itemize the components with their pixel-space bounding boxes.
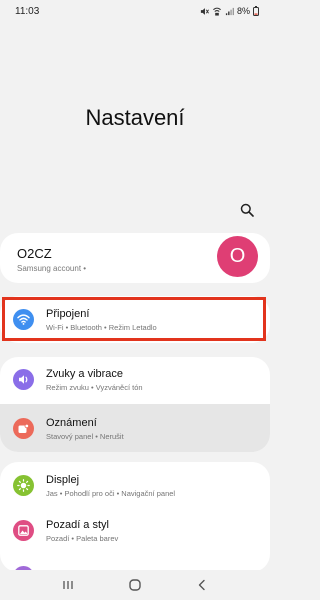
settings-item-display[interactable]: Displej Jas • Pohodlí pro oči • Navigačn…: [0, 462, 270, 508]
settings-item-subtitle: Stavový panel • Nerušit: [46, 432, 124, 441]
battery-icon: [253, 6, 259, 16]
settings-card-sound: Zvuky a vibrace Režim zvuku • Vyzváněcí …: [0, 357, 270, 452]
search-icon: [240, 203, 254, 217]
notification-icon: [13, 418, 34, 439]
back-button[interactable]: [193, 576, 211, 594]
settings-item-subtitle: Wi-Fi • Bluetooth • Režim Letadlo: [46, 323, 157, 332]
home-button[interactable]: [126, 576, 144, 594]
home-icon: [129, 579, 141, 591]
settings-card-connections: Připojení Wi-Fi • Bluetooth • Režim Leta…: [0, 296, 270, 343]
settings-item-sounds[interactable]: Zvuky a vibrace Režim zvuku • Vyzváněcí …: [0, 357, 270, 403]
wifi-icon: [13, 309, 34, 330]
brightness-icon: [13, 475, 34, 496]
avatar-letter: O: [229, 245, 246, 267]
settings-item-title: Připojení: [46, 308, 90, 320]
battery-percent: 8%: [236, 6, 250, 16]
settings-item-title: Oznámení: [46, 417, 97, 429]
back-icon: [198, 579, 205, 591]
settings-item-subtitle: Pozadí • Paleta barev: [46, 534, 119, 543]
settings-item-title: Pozadí a styl: [46, 519, 109, 531]
settings-item-connections[interactable]: Připojení Wi-Fi • Bluetooth • Režim Leta…: [0, 296, 270, 342]
signal-icon: [225, 7, 234, 15]
settings-item-wallpaper[interactable]: Pozadí a styl Pozadí • Paleta barev: [0, 508, 270, 554]
settings-item-subtitle: Jas • Pohodlí pro oči • Navigační panel: [46, 489, 176, 498]
settings-item-subtitle: Režim zvuku • Vyzváněcí tón: [46, 383, 143, 392]
page-title: Nastavení: [85, 105, 185, 130]
wifi-call-icon: [213, 7, 221, 16]
settings-item-title: Zvuky a vibrace: [46, 368, 124, 380]
settings-card-display: Displej Jas • Pohodlí pro oči • Navigačn…: [0, 462, 270, 572]
account-name: O2CZ: [17, 246, 52, 261]
settings-item-notifications[interactable]: Oznámení Stavový panel • Nerušit: [0, 404, 270, 452]
settings-item-title: Displej: [46, 474, 80, 486]
recents-button[interactable]: [59, 576, 77, 594]
status-time: 11:03: [15, 5, 40, 17]
status-bar: 11:03 8%: [0, 0, 270, 22]
avatar[interactable]: O: [217, 236, 258, 277]
status-icons: 8%: [200, 6, 259, 16]
search-button[interactable]: [238, 201, 256, 219]
wallpaper-icon: [13, 520, 34, 541]
recents-icon: [63, 581, 73, 589]
navigation-bar: [0, 570, 270, 600]
volume-icon: [13, 369, 34, 390]
mute-icon: [200, 7, 209, 15]
account-subtitle: Samsung account •: [17, 264, 87, 273]
